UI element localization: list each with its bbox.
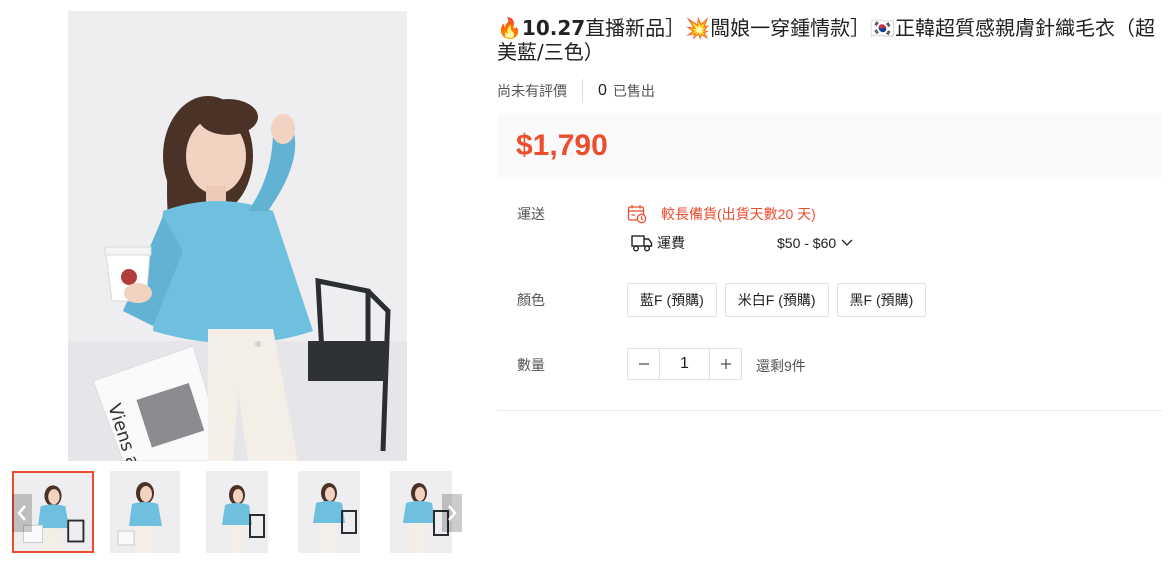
sold-label: 已售出 (612, 83, 655, 99)
quantity-label: 數量 (517, 357, 545, 373)
title-date: 10.27 (521, 16, 586, 40)
color-options: 藍F (預購) 米白F (預購) 黑F (預購) (627, 283, 927, 317)
no-rating-text: 尚未有評價 (497, 83, 567, 99)
korea-flag-icon: 🇰🇷 (870, 16, 895, 40)
shipping-fee-value: $50 - $60 (777, 235, 837, 251)
shipping-fee-label: 運費 (657, 235, 685, 251)
plus-icon (720, 359, 731, 369)
thumbnail-2[interactable] (110, 471, 180, 553)
decrease-quantity-button[interactable] (628, 349, 659, 379)
chevron-left-icon (17, 505, 26, 521)
main-product-image[interactable]: Viens ave (68, 11, 407, 461)
color-label: 顏色 (517, 292, 545, 308)
divider (582, 79, 583, 103)
price: $1,790 (516, 129, 608, 162)
color-option-beige[interactable]: 米白F (預購) (724, 283, 829, 317)
thumbnail-carousel (12, 471, 462, 553)
fire-icon: 🔥 (497, 16, 522, 40)
collision-icon: 💥 (685, 16, 711, 40)
preorder-notice: 較長備貨(出貨天數20 天) (627, 204, 816, 224)
color-option-blue[interactable]: 藍F (預購) (627, 283, 717, 317)
thumbnail-3[interactable] (206, 471, 268, 553)
chevron-down-icon (841, 239, 853, 246)
preorder-text: 較長備貨(出貨天數20 天) (661, 206, 816, 222)
truck-icon (631, 235, 653, 252)
minus-icon (638, 363, 649, 365)
shipping-fee-row: 運費 $50 - $60 (631, 233, 853, 253)
thumbnail-4[interactable] (298, 471, 360, 553)
title-segment-2: 闆娘一穿鍾情款］ (710, 16, 871, 40)
chevron-right-icon (448, 505, 457, 521)
shipping-fee-dropdown[interactable]: $50 - $60 (777, 235, 854, 251)
quantity-input[interactable]: 1 (659, 349, 710, 379)
shipping-label: 運送 (517, 206, 545, 222)
thumbnail-next-button[interactable] (442, 494, 462, 532)
rating-row: 尚未有評價 0 已售出 (497, 78, 655, 104)
title-segment-1: 直播新品］ (585, 16, 686, 40)
calendar-clock-icon (627, 205, 647, 224)
quantity-stepper: 1 (627, 348, 742, 380)
color-option-black[interactable]: 黑F (預購) (836, 283, 927, 317)
increase-quantity-button[interactable] (710, 349, 741, 379)
section-divider (497, 410, 1162, 411)
product-title: 🔥10.27直播新品］💥闆娘一穿鍾情款］🇰🇷正韓超質感親膚針織毛衣（超美藍/三色… (497, 16, 1162, 64)
sold-count: 0 (598, 82, 607, 99)
price-box: $1,790 (497, 113, 1162, 179)
thumbnail-prev-button[interactable] (12, 494, 32, 532)
stock-remaining: 還剩9件 (756, 358, 806, 374)
